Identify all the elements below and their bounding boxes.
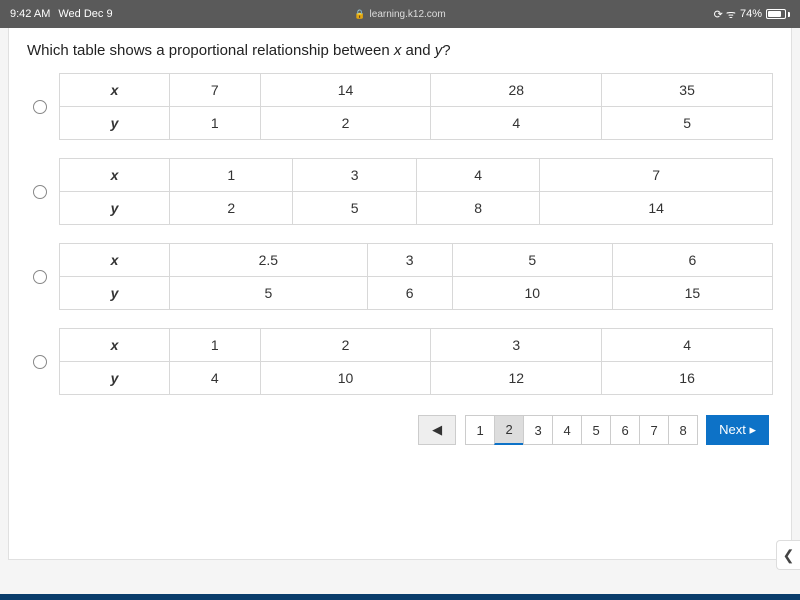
page-6[interactable]: 6 [610,415,640,445]
chevron-left-icon: ◀ [432,422,442,438]
table-cell: 4 [170,362,261,395]
table-cell: 3 [367,244,452,277]
table-cell: 1 [170,159,293,192]
table-cell: 8 [416,192,539,225]
page-5[interactable]: 5 [581,415,611,445]
table-cell: 7 [170,74,261,107]
side-collapse-tab[interactable]: ❮ [776,540,800,570]
device-status-bar: 9:42 AM Wed Dec 9 🔒 learning.k12.com ⟳ ᯤ… [0,0,800,28]
status-time: 9:42 AM [10,8,50,20]
table-cell: 10 [260,362,431,395]
row-header-y: y [60,362,170,395]
table-cell: 14 [260,74,431,107]
table-cell: 16 [602,362,773,395]
row-header-y: y [60,277,170,310]
table-2: x 1 3 4 7 y 2 5 8 14 [59,158,773,225]
table-cell: 5 [602,107,773,140]
table-cell: 1 [170,329,261,362]
radio-1[interactable] [33,100,47,114]
page-7[interactable]: 7 [639,415,669,445]
options-container: x 7 14 28 35 y 1 2 4 5 x [27,73,773,395]
table-1: x 7 14 28 35 y 1 2 4 5 [59,73,773,140]
page-4[interactable]: 4 [552,415,582,445]
option-4[interactable]: x 1 2 3 4 y 4 10 12 16 [27,328,773,395]
table-3: x 2.5 3 5 6 y 5 6 10 15 [59,243,773,310]
battery-icon [766,9,790,19]
radio-4[interactable] [33,355,47,369]
chevron-left-icon: ❮ [783,547,795,564]
bottom-accent-bar [0,594,800,600]
table-cell: 12 [431,362,602,395]
status-date: Wed Dec 9 [58,8,112,20]
table-cell: 6 [612,244,772,277]
table-cell: 4 [416,159,539,192]
option-3[interactable]: x 2.5 3 5 6 y 5 6 10 15 [27,243,773,310]
radio-2[interactable] [33,185,47,199]
table-cell: 3 [431,329,602,362]
table-cell: 4 [431,107,602,140]
row-header-x: x [60,244,170,277]
table-cell: 15 [612,277,772,310]
row-header-x: x [60,74,170,107]
option-1[interactable]: x 7 14 28 35 y 1 2 4 5 [27,73,773,140]
row-header-y: y [60,107,170,140]
table-cell: 2 [260,107,431,140]
row-header-x: x [60,329,170,362]
table-cell: 14 [540,192,773,225]
table-cell: 5 [170,277,368,310]
table-cell: 1 [170,107,261,140]
table-cell: 35 [602,74,773,107]
table-cell: 7 [540,159,773,192]
next-label: Next ▸ [719,422,756,438]
url-text: learning.k12.com [370,9,446,20]
table-cell: 4 [602,329,773,362]
table-cell: 10 [452,277,612,310]
table-cell: 5 [452,244,612,277]
page-1[interactable]: 1 [465,415,495,445]
row-header-x: x [60,159,170,192]
question-text: Which table shows a proportional relatio… [27,42,773,59]
table-cell: 2.5 [170,244,368,277]
pagination: ◀ 1 2 3 4 5 6 7 8 Next ▸ [27,415,769,445]
table-cell: 5 [293,192,416,225]
table-cell: 28 [431,74,602,107]
battery-percent: 74% [740,8,762,20]
option-2[interactable]: x 1 3 4 7 y 2 5 8 14 [27,158,773,225]
wifi-icon: ⟳ ᯤ [714,7,736,22]
page-8[interactable]: 8 [668,415,698,445]
table-cell: 3 [293,159,416,192]
row-header-y: y [60,192,170,225]
prev-button[interactable]: ◀ [418,415,456,445]
table-cell: 2 [170,192,293,225]
content-area: Which table shows a proportional relatio… [8,28,792,560]
next-button[interactable]: Next ▸ [706,415,769,445]
table-cell: 2 [260,329,431,362]
table-cell: 6 [367,277,452,310]
table-4: x 1 2 3 4 y 4 10 12 16 [59,328,773,395]
radio-3[interactable] [33,270,47,284]
page-3[interactable]: 3 [523,415,553,445]
page-2[interactable]: 2 [494,415,524,445]
lock-icon: 🔒 [354,9,365,20]
